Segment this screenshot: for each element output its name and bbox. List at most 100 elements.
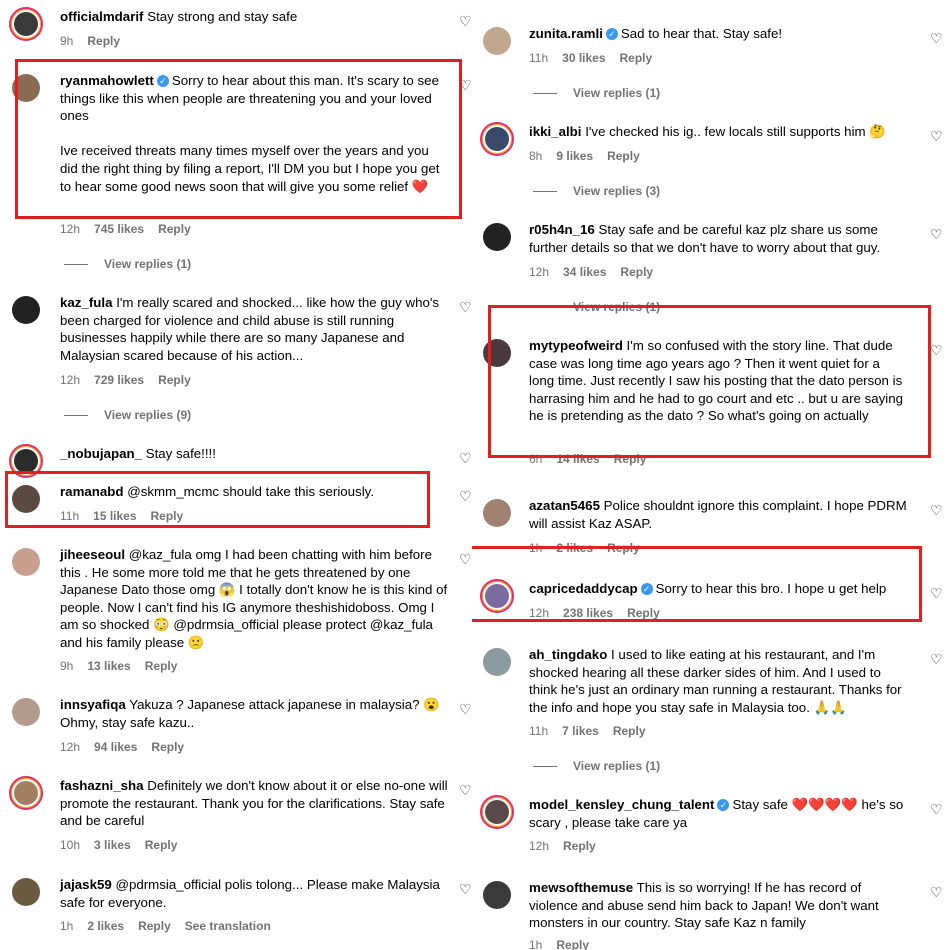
like-heart-icon[interactable]: ♡ — [459, 882, 472, 896]
like-heart-icon[interactable]: ♡ — [459, 489, 472, 503]
username[interactable]: mytypeofweird — [529, 338, 623, 353]
like-count[interactable]: 238 likes — [563, 606, 613, 620]
view-replies-button[interactable]: View replies (9) — [64, 408, 191, 422]
like-heart-icon[interactable]: ♡ — [930, 227, 943, 241]
reply-button[interactable]: Reply — [145, 659, 178, 673]
username[interactable]: model_kensley_chung_talent — [529, 797, 714, 812]
avatar[interactable] — [9, 482, 43, 516]
like-count[interactable]: 745 likes — [94, 222, 144, 236]
username[interactable]: _nobujapan_ — [60, 446, 142, 461]
reply-button[interactable]: Reply — [145, 838, 178, 852]
reply-button[interactable]: Reply — [627, 606, 660, 620]
avatar[interactable] — [9, 444, 43, 478]
view-replies-button[interactable]: View replies (1) — [533, 759, 660, 773]
like-heart-icon[interactable]: ♡ — [930, 885, 943, 899]
username[interactable]: ikki_albi — [529, 124, 581, 139]
reply-button[interactable]: Reply — [151, 509, 184, 523]
view-replies-button[interactable]: View replies (3) — [533, 184, 660, 198]
like-heart-icon[interactable]: ♡ — [930, 31, 943, 45]
like-heart-icon[interactable]: ♡ — [459, 552, 472, 566]
reply-button[interactable]: Reply — [607, 541, 640, 555]
like-heart-icon[interactable]: ♡ — [459, 702, 472, 716]
reply-button[interactable]: Reply — [620, 51, 653, 65]
username[interactable]: jajask59 — [60, 877, 112, 892]
like-count[interactable]: 13 likes — [87, 659, 130, 673]
reply-button[interactable]: Reply — [158, 222, 191, 236]
reply-button[interactable]: Reply — [613, 724, 646, 738]
comment-time: 12h — [529, 265, 550, 279]
username[interactable]: ramanabd — [60, 484, 124, 499]
username[interactable]: ryanmahowlett — [60, 73, 154, 88]
avatar[interactable] — [9, 7, 43, 41]
like-count[interactable]: 94 likes — [94, 740, 137, 754]
like-count[interactable]: 14 likes — [556, 452, 599, 466]
username[interactable]: innsyafiqa — [60, 697, 126, 712]
like-count[interactable]: 7 likes — [562, 724, 599, 738]
right-comment-column: zunita.ramli ✓ Sad to hear that. Stay safe… — [472, 0, 950, 950]
avatar[interactable] — [480, 220, 514, 254]
reply-button[interactable]: Reply — [138, 919, 171, 933]
avatar[interactable] — [480, 795, 514, 829]
like-heart-icon[interactable]: ♡ — [930, 586, 943, 600]
like-heart-icon[interactable]: ♡ — [459, 78, 472, 92]
username[interactable]: fashazni_sha — [60, 778, 144, 793]
reply-button[interactable]: Reply — [563, 839, 596, 853]
view-replies-button[interactable]: View replies (1) — [64, 257, 191, 271]
avatar[interactable] — [480, 24, 514, 58]
view-replies-button[interactable]: View replies (1) — [533, 300, 660, 314]
username[interactable]: kaz_fula — [60, 295, 112, 310]
like-count[interactable]: 2 likes — [556, 541, 593, 555]
username[interactable]: mewsofthemuse — [529, 880, 633, 895]
avatar[interactable] — [480, 645, 514, 679]
view-replies-button[interactable]: View replies (1) — [533, 86, 660, 100]
reply-button[interactable]: Reply — [614, 452, 647, 466]
reply-button[interactable]: Reply — [151, 740, 184, 754]
like-heart-icon[interactable]: ♡ — [930, 652, 943, 666]
avatar[interactable] — [480, 496, 514, 530]
like-count[interactable]: 30 likes — [562, 51, 605, 65]
like-count[interactable]: 3 likes — [94, 838, 131, 852]
reply-button[interactable]: Reply — [87, 34, 120, 48]
like-heart-icon[interactable]: ♡ — [459, 300, 472, 314]
avatar[interactable] — [480, 122, 514, 156]
like-heart-icon[interactable]: ♡ — [459, 783, 472, 797]
username[interactable]: r05h4n_16 — [529, 222, 595, 237]
like-count[interactable]: 15 likes — [93, 509, 136, 523]
username[interactable]: capricedaddycap — [529, 581, 638, 596]
avatar[interactable] — [9, 875, 43, 909]
comment-text: officialmdarif Stay strong and stay safe — [60, 8, 450, 26]
avatar[interactable] — [9, 776, 43, 810]
reply-button[interactable]: Reply — [607, 149, 640, 163]
username[interactable]: officialmdarif — [60, 9, 144, 24]
avatar[interactable] — [480, 878, 514, 912]
username[interactable]: azatan5465 — [529, 498, 600, 513]
like-count[interactable]: 34 likes — [563, 265, 606, 279]
like-heart-icon[interactable]: ♡ — [459, 14, 472, 28]
avatar[interactable] — [9, 293, 43, 327]
avatar-image — [12, 878, 40, 906]
like-count[interactable]: 2 likes — [87, 919, 124, 933]
avatar[interactable] — [480, 336, 514, 370]
reply-button[interactable]: Reply — [620, 265, 653, 279]
like-count[interactable]: 9 likes — [556, 149, 593, 163]
like-heart-icon[interactable]: ♡ — [459, 451, 472, 465]
like-heart-icon[interactable]: ♡ — [930, 129, 943, 143]
avatar[interactable] — [9, 545, 43, 579]
like-heart-icon[interactable]: ♡ — [930, 802, 943, 816]
avatar[interactable] — [9, 71, 43, 105]
see-translation-link[interactable]: See translation — [185, 919, 271, 933]
avatar[interactable] — [9, 695, 43, 729]
username[interactable]: zunita.ramli — [529, 26, 603, 41]
comment-meta: 1h Reply — [529, 938, 603, 950]
avatar-image — [12, 548, 40, 576]
like-heart-icon[interactable]: ♡ — [930, 503, 943, 517]
username[interactable]: ah_tingdako — [529, 647, 607, 662]
like-count[interactable]: 729 likes — [94, 373, 144, 387]
reply-button[interactable]: Reply — [158, 373, 191, 387]
reply-button[interactable]: Reply — [556, 938, 589, 950]
comment-time: 10h — [60, 838, 81, 852]
avatar[interactable] — [480, 579, 514, 613]
comment-text: ah_tingdako I used to like eating at his… — [529, 646, 907, 716]
like-heart-icon[interactable]: ♡ — [930, 343, 943, 357]
username[interactable]: jiheeseoul — [60, 547, 125, 562]
